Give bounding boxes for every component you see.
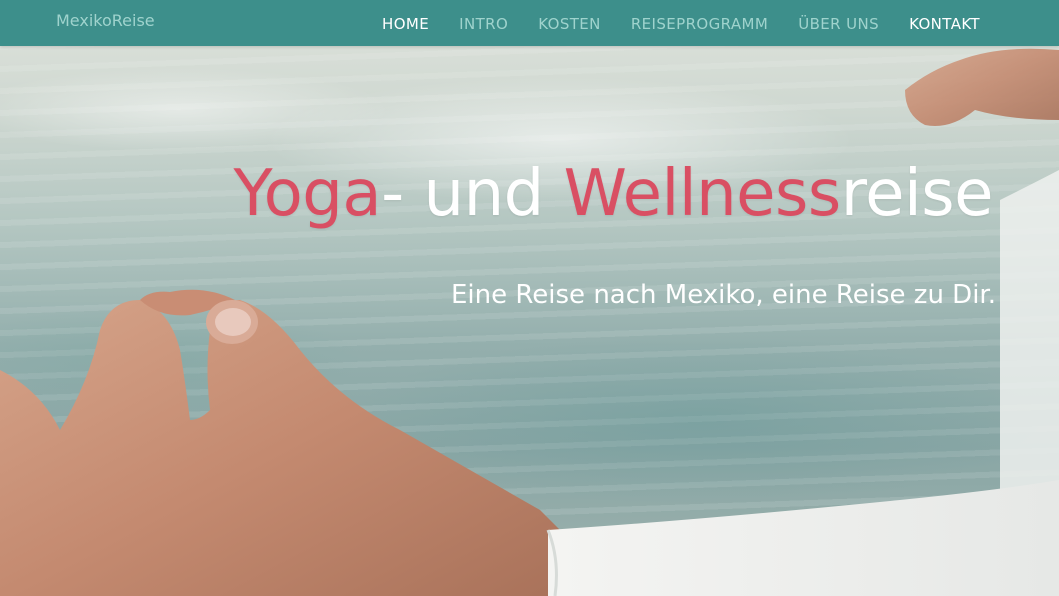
hero-title-wellness: Wellness <box>563 157 842 231</box>
nav-item-intro[interactable]: INTRO <box>459 15 508 33</box>
brand-link[interactable]: MexikoReise <box>56 11 155 30</box>
nav-menu: HOME INTRO KOSTEN REISEPROGRAMM ÜBER UNS… <box>352 0 980 46</box>
nav-item-home[interactable]: HOME <box>382 15 429 33</box>
top-navbar: MexikoReise HOME INTRO KOSTEN REISEPROGR… <box>0 0 1059 46</box>
hero-title-yoga: Yoga <box>233 157 382 231</box>
hero-subtitle: Eine Reise nach Mexiko, eine Reise zu Di… <box>451 280 996 310</box>
hero-title-reise: reise <box>840 157 994 231</box>
nav-item-ueber-uns[interactable]: ÜBER UNS <box>798 15 879 33</box>
hero-title: Yoga- und Wellnessreise <box>234 156 994 233</box>
nav-item-reiseprogramm[interactable]: REISEPROGRAMM <box>631 15 768 33</box>
nav-item-kontakt[interactable]: KONTAKT <box>909 15 980 33</box>
hero-title-und: - und <box>381 157 564 231</box>
hero-background: Yoga- und Wellnessreise Eine Reise nach … <box>0 0 1059 596</box>
nav-item-kosten[interactable]: KOSTEN <box>538 15 601 33</box>
